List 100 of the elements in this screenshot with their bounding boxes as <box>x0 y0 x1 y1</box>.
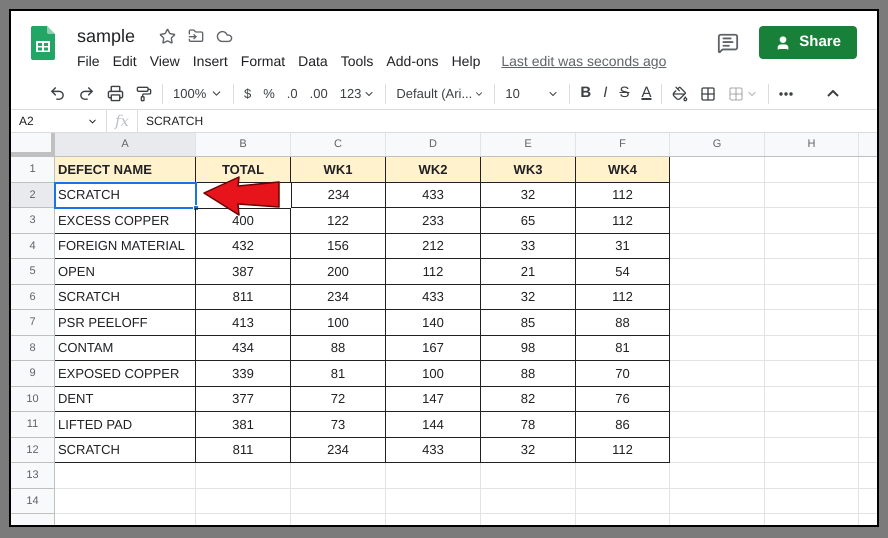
menu-item[interactable]: Edit <box>112 51 137 72</box>
last-edit-link[interactable]: Last edit was seconds ago <box>501 51 666 72</box>
table-cell[interactable]: TOTAL <box>196 157 291 182</box>
table-cell[interactable] <box>765 438 859 463</box>
share-button[interactable]: Share <box>759 26 857 59</box>
table-cell[interactable]: 112 <box>576 208 670 234</box>
table-cell[interactable] <box>670 259 765 284</box>
menu-item[interactable]: Add-ons <box>386 51 439 72</box>
table-cell[interactable]: 233 <box>386 208 481 234</box>
table-cell[interactable] <box>386 463 481 488</box>
table-cell[interactable]: 167 <box>386 336 481 361</box>
table-cell[interactable]: 81 <box>291 361 386 386</box>
decrease-decimals-button[interactable]: .0 <box>280 80 304 106</box>
table-cell[interactable] <box>765 310 859 336</box>
row-header[interactable]: 10 <box>11 386 55 412</box>
table-cell[interactable]: 433 <box>386 182 481 208</box>
table-cell[interactable]: 212 <box>386 234 481 259</box>
percent-button[interactable]: % <box>257 80 281 106</box>
table-cell[interactable]: 88 <box>291 336 386 361</box>
table-cell[interactable]: WK4 <box>576 157 670 182</box>
menu-item[interactable]: Help <box>452 51 480 72</box>
table-cell[interactable]: 112 <box>576 438 670 463</box>
row-header[interactable]: 11 <box>11 412 55 438</box>
table-cell[interactable] <box>765 208 859 234</box>
table-cell[interactable]: EXPOSED COPPER <box>55 361 196 386</box>
font-size-dropdown[interactable]: 10 <box>499 80 566 106</box>
table-cell[interactable]: 72 <box>291 386 386 412</box>
table-cell[interactable]: DEFECT NAME <box>55 157 196 182</box>
table-cell[interactable]: 98 <box>481 336 576 361</box>
table-cell[interactable]: 112 <box>386 259 481 284</box>
font-dropdown[interactable]: Default (Ari... <box>390 80 490 106</box>
table-cell[interactable] <box>765 361 859 386</box>
folder-move-icon[interactable] <box>188 28 204 44</box>
table-cell[interactable] <box>765 157 859 182</box>
table-cell[interactable]: 32 <box>481 438 576 463</box>
table-cell[interactable] <box>670 361 765 386</box>
table-cell[interactable]: 811 <box>196 284 291 310</box>
menu-item[interactable]: Tools <box>340 51 374 72</box>
menu-item[interactable]: View <box>150 51 180 72</box>
table-cell[interactable]: 433 <box>386 438 481 463</box>
table-cell[interactable]: 32 <box>481 182 576 208</box>
table-cell[interactable] <box>765 488 859 514</box>
table-cell[interactable]: 100 <box>386 361 481 386</box>
table-cell[interactable]: 112 <box>576 182 670 208</box>
bold-button[interactable]: B <box>574 80 598 106</box>
row-header[interactable]: 14 <box>11 488 55 514</box>
table-cell[interactable] <box>481 463 576 488</box>
table-cell[interactable] <box>670 336 765 361</box>
number-format-dropdown[interactable]: 123 <box>334 80 382 106</box>
row-header[interactable]: 6 <box>11 284 55 310</box>
table-cell[interactable] <box>765 386 859 412</box>
table-cell[interactable]: WK1 <box>291 157 386 182</box>
table-cell[interactable]: 122 <box>291 208 386 234</box>
table-cell[interactable]: 147 <box>386 386 481 412</box>
menu-item[interactable]: File <box>77 51 100 72</box>
table-cell[interactable] <box>670 208 765 234</box>
table-cell[interactable]: LIFTED PAD <box>55 412 196 438</box>
table-cell[interactable] <box>765 336 859 361</box>
strikethrough-button[interactable]: S <box>613 80 636 106</box>
column-header[interactable]: E <box>481 133 576 156</box>
table-cell[interactable] <box>196 488 291 514</box>
table-cell[interactable] <box>481 488 576 514</box>
star-icon[interactable] <box>159 28 176 44</box>
table-cell[interactable]: 73 <box>291 412 386 438</box>
row-header[interactable]: 4 <box>11 234 55 259</box>
table-cell[interactable] <box>765 182 859 208</box>
table-cell[interactable]: OPEN <box>55 259 196 284</box>
table-cell[interactable]: SCRATCH <box>55 284 196 310</box>
table-cell[interactable] <box>291 463 386 488</box>
row-header[interactable]: 7 <box>11 310 55 336</box>
table-cell[interactable]: 387 <box>196 259 291 284</box>
table-cell[interactable]: 54 <box>576 259 670 284</box>
table-cell[interactable]: DENT <box>55 386 196 412</box>
table-cell[interactable]: 377 <box>196 386 291 412</box>
table-cell[interactable] <box>576 488 670 514</box>
table-cell[interactable]: FOREIGN MATERIAL <box>55 234 196 259</box>
table-cell[interactable] <box>670 182 765 208</box>
menu-item[interactable]: Insert <box>192 51 228 72</box>
table-cell[interactable]: 88 <box>481 361 576 386</box>
column-header[interactable]: B <box>196 133 291 156</box>
table-cell[interactable]: WK2 <box>386 157 481 182</box>
table-cell[interactable] <box>765 412 859 438</box>
row-header[interactable]: 5 <box>11 259 55 284</box>
row-header[interactable]: 12 <box>11 438 55 463</box>
table-cell[interactable]: 434 <box>196 336 291 361</box>
table-cell[interactable] <box>576 463 670 488</box>
table-cell[interactable]: 433 <box>386 284 481 310</box>
table-cell[interactable] <box>670 488 765 514</box>
table-cell[interactable] <box>670 463 765 488</box>
table-cell[interactable]: 85 <box>481 310 576 336</box>
table-cell[interactable] <box>670 438 765 463</box>
column-header[interactable]: C <box>291 133 386 156</box>
table-cell[interactable]: SCRATCH <box>55 182 196 208</box>
table-cell[interactable]: 811 <box>196 438 291 463</box>
currency-button[interactable]: $ <box>238 80 258 106</box>
row-header[interactable]: 9 <box>11 361 55 386</box>
document-title[interactable]: sample <box>77 22 136 50</box>
column-header[interactable]: G <box>670 133 765 156</box>
table-cell[interactable]: 381 <box>196 412 291 438</box>
table-cell[interactable] <box>386 488 481 514</box>
